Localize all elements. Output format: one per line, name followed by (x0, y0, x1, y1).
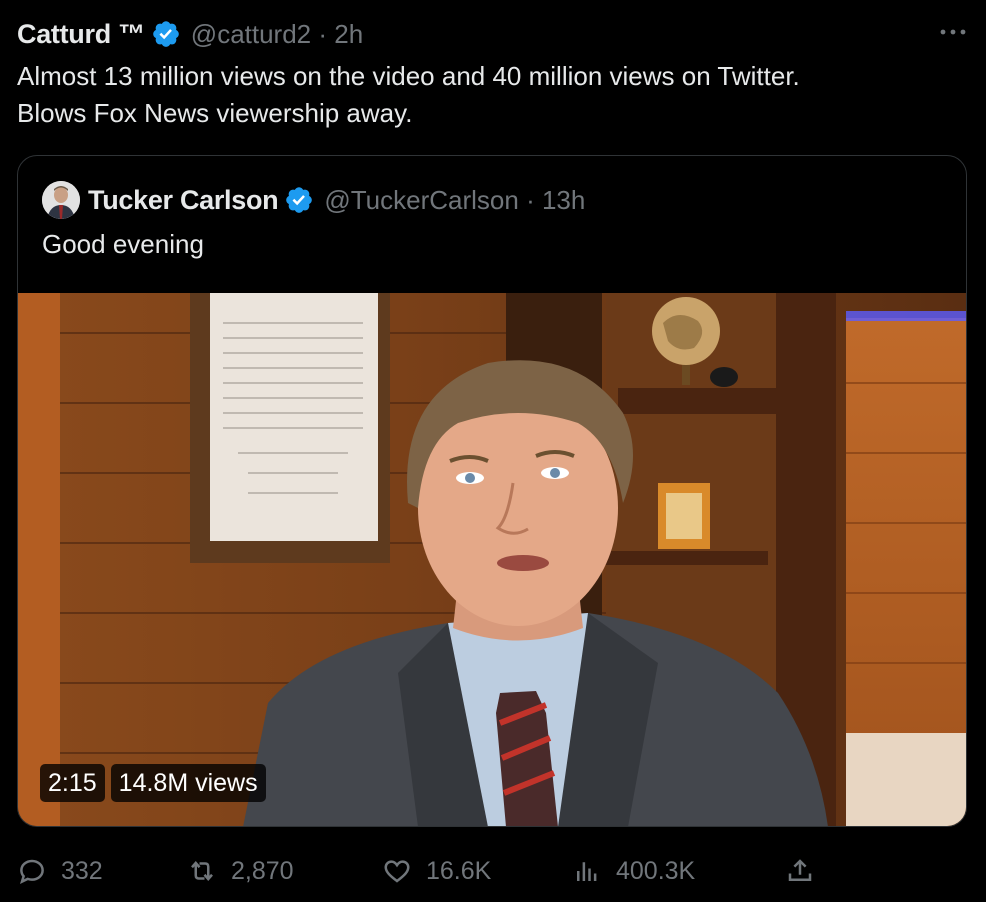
verified-badge-icon (151, 19, 181, 49)
quoted-tweet-header: Tucker Carlson @TuckerCarlson · 13h (42, 180, 585, 220)
retweet-count: 2,870 (231, 856, 294, 885)
quoted-tweet-text: Good evening (42, 229, 204, 259)
avatar[interactable] (42, 181, 80, 219)
reply-count: 332 (61, 856, 103, 885)
video-player[interactable]: 2:15 14.8M views (18, 293, 966, 826)
reply-button[interactable]: 332 (17, 848, 103, 894)
quoted-author-handle-time[interactable]: @TuckerCarlson · 13h (324, 185, 585, 216)
like-button[interactable]: 16.6K (382, 848, 491, 894)
video-meta: 2:15 14.8M views (40, 764, 266, 802)
share-icon (788, 859, 812, 881)
tweet-text-line: Blows Fox News viewership away. (17, 98, 413, 128)
analytics-icon (577, 862, 597, 881)
views-count: 400.3K (616, 856, 696, 885)
share-button[interactable] (785, 848, 815, 894)
video-thumbnail (18, 293, 966, 826)
like-count: 16.6K (426, 856, 492, 885)
tweet[interactable]: Catturd ™ @catturd2 · 2h Almost 13 milli… (0, 0, 986, 902)
heart-icon (384, 860, 410, 883)
retweet-button[interactable]: 2,870 (187, 848, 294, 894)
quoted-tweet-card[interactable]: Tucker Carlson @TuckerCarlson · 13h Good… (17, 155, 967, 827)
more-options-icon[interactable] (937, 22, 969, 42)
verified-badge-icon (284, 185, 314, 215)
quoted-author-name[interactable]: Tucker Carlson (88, 185, 279, 216)
views-button[interactable]: 400.3K (572, 848, 695, 894)
author-name[interactable]: Catturd ™ (17, 19, 145, 50)
tweet-header: Catturd ™ @catturd2 · 2h (17, 14, 363, 54)
reply-icon (19, 859, 44, 884)
action-bar: 332 2,870 16.6K 400.3K (17, 848, 967, 894)
retweet-icon (191, 860, 213, 882)
tweet-text-line: Almost 13 million views on the video and… (17, 61, 800, 91)
video-duration: 2:15 (40, 764, 105, 802)
video-view-count: 14.8M views (110, 764, 266, 802)
tweet-text: Almost 13 million views on the video and… (17, 58, 967, 132)
author-handle-time[interactable]: @catturd2 · 2h (191, 19, 363, 50)
